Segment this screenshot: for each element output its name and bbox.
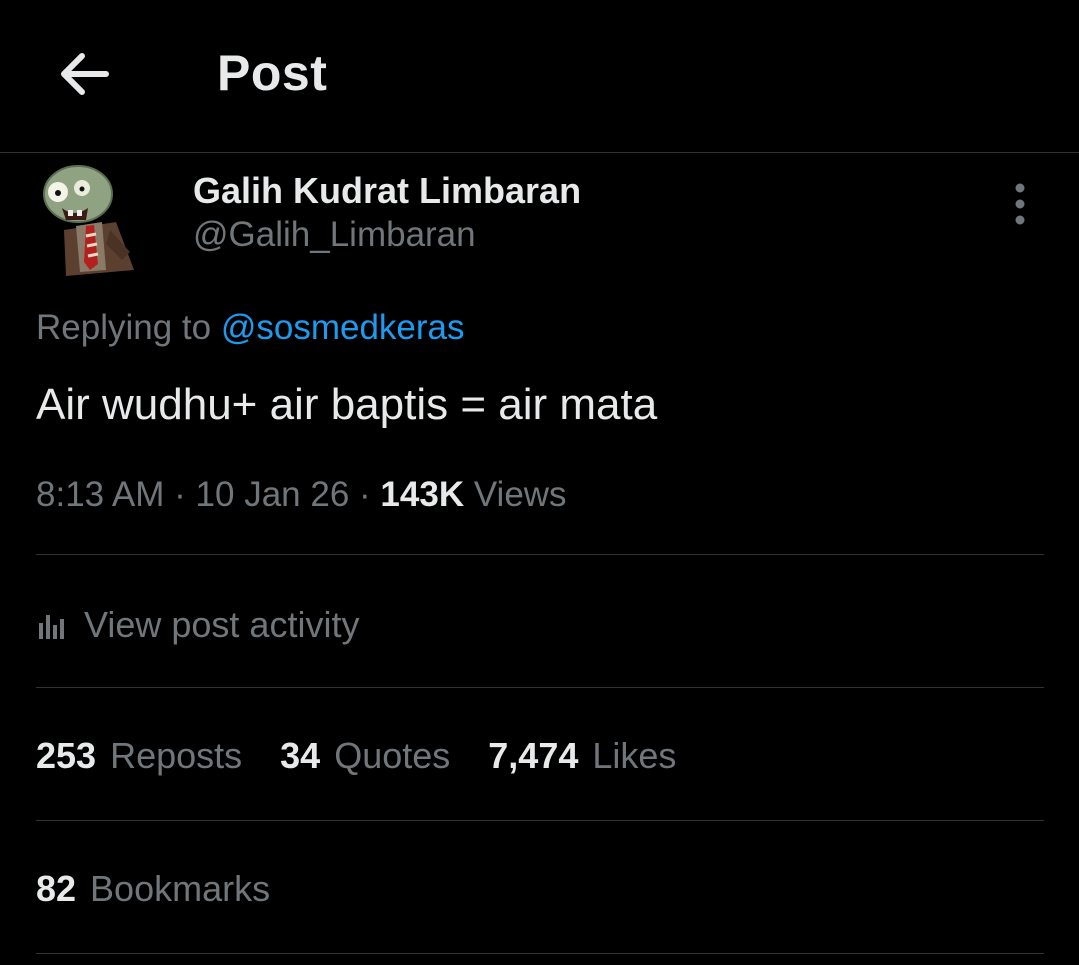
arrow-left-icon [61, 53, 109, 95]
bookmarks-count: 82 [36, 868, 77, 909]
views-label: Views [473, 475, 567, 514]
author-display-name[interactable]: Galih Kudrat Limbaran [193, 170, 581, 212]
avatar[interactable] [36, 160, 140, 278]
divider [36, 554, 1044, 555]
page-title: Post [217, 45, 328, 101]
quotes-stat[interactable]: 34 Quotes [280, 735, 450, 777]
divider [36, 953, 1044, 954]
replying-to: Replying to @sosmedkeras [36, 308, 465, 348]
back-button[interactable] [56, 44, 116, 104]
engagement-stats: 253 Reposts 34 Quotes 7,474 Likes [36, 735, 714, 777]
divider [36, 820, 1044, 821]
zombie-avatar-icon [43, 165, 134, 276]
meta-separator: · [174, 475, 186, 514]
likes-count: 7,474 [488, 735, 579, 776]
more-vertical-icon [1015, 183, 1025, 225]
likes-stat[interactable]: 7,474 Likes [488, 735, 676, 777]
post-time: 8:13 AM [36, 475, 165, 514]
quotes-label: Quotes [334, 735, 451, 776]
view-post-activity-label: View post activity [84, 604, 360, 645]
replying-to-label: Replying to [36, 308, 212, 347]
view-post-activity-button[interactable]: View post activity [36, 600, 359, 650]
views-count: 143K [380, 475, 465, 514]
meta-separator: · [359, 475, 371, 514]
reposts-stat[interactable]: 253 Reposts [36, 735, 242, 777]
bookmarks-label: Bookmarks [90, 868, 271, 909]
more-options-button[interactable] [1000, 180, 1040, 228]
likes-label: Likes [592, 735, 677, 776]
top-bar: Post [0, 0, 1079, 153]
reposts-label: Reposts [110, 735, 243, 776]
mention-link[interactable]: @sosmedkeras [221, 308, 465, 347]
post-text: Air wudhu+ air baptis = air mata [36, 380, 658, 429]
post-meta: 8:13 AM · 10 Jan 26 · 143K Views [36, 475, 567, 515]
quotes-count: 34 [280, 735, 321, 776]
author-handle[interactable]: @Galih_Limbaran [193, 215, 476, 255]
divider [36, 687, 1044, 688]
post-date: 10 Jan 26 [195, 475, 350, 514]
bookmarks-stat[interactable]: 82 Bookmarks [36, 868, 270, 910]
reposts-count: 253 [36, 735, 97, 776]
analytics-icon [39, 615, 64, 639]
